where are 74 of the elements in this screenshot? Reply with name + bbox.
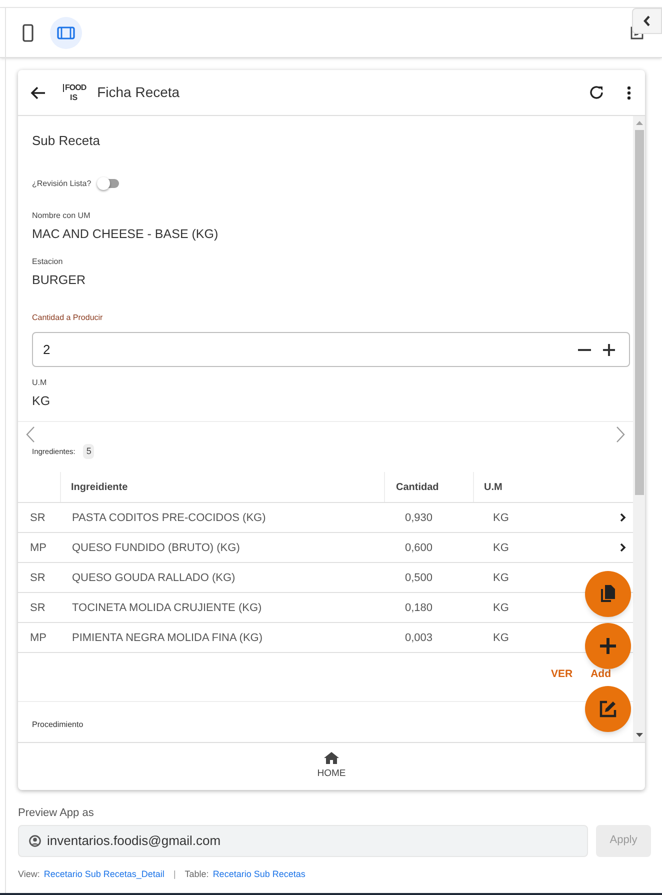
tablet-icon <box>57 26 75 40</box>
chevron-right-icon[interactable] <box>620 513 626 522</box>
column-header: Ingreidiente <box>70 480 129 495</box>
chevron-right-icon[interactable] <box>620 543 626 552</box>
field-label: Procedimiento <box>31 719 84 731</box>
plus-icon[interactable] <box>603 344 615 356</box>
chevron-left-icon <box>643 15 651 27</box>
edit-icon <box>599 700 617 718</box>
scrollbar[interactable] <box>633 116 645 742</box>
table-cell-text: KG <box>492 600 510 616</box>
field-value: KG <box>32 393 52 410</box>
field-value: MAC AND CHEESE - BASE (KG) <box>32 226 220 243</box>
refresh-icon[interactable] <box>588 84 605 101</box>
minus-icon[interactable] <box>578 348 591 350</box>
table-cell-text: KG <box>492 510 510 526</box>
field-label: Cantidad a Producir <box>32 312 104 324</box>
table-cell-text: KG <box>492 630 510 646</box>
table-cell-text: SR <box>29 570 46 586</box>
app-logo: FOOD IS <box>63 84 86 102</box>
phone-icon <box>22 24 34 42</box>
field-value: BURGER <box>32 272 86 290</box>
chevron-left-icon[interactable] <box>26 426 35 443</box>
home-icon <box>324 752 339 764</box>
preview-label: Preview App as <box>18 806 95 821</box>
plus-icon <box>600 638 616 654</box>
action-link[interactable]: VER <box>550 667 573 683</box>
apply-button[interactable]: Apply <box>596 824 651 856</box>
view-mode-button[interactable] <box>50 16 82 48</box>
edit-button[interactable] <box>585 686 631 732</box>
table-cell-text: QUESO GOUDA RALLADO (KG) <box>72 570 236 586</box>
table-cell-text: SR <box>29 510 46 526</box>
account-circle-icon <box>29 834 41 846</box>
count-badge: 5 <box>83 444 94 460</box>
column-header: Cantidad <box>384 472 473 502</box>
table-cell-text: KG <box>492 540 510 556</box>
field-label: Nombre con UM <box>32 210 92 222</box>
field-label: U.M <box>32 377 48 389</box>
back-arrow-icon[interactable] <box>30 86 46 100</box>
table-cell-text: 0,180 <box>404 600 434 616</box>
table-link[interactable]: Recetario Sub Recetas <box>212 868 306 881</box>
table-cell-text: MP <box>29 540 48 556</box>
table-cell-text: 0,600 <box>404 540 434 556</box>
table-cell-text: KG <box>492 570 510 586</box>
table-cell-text: 0,500 <box>404 570 434 586</box>
table-cell-text: TOCINETA MOLIDA CRUJIENTE (KG) <box>72 600 263 616</box>
section-title: Sub Receta <box>31 132 101 150</box>
table-cell-text: 0,930 <box>404 510 434 526</box>
table-cell-text: PIMIENTA NEGRA MOLIDA FINA (KG) <box>72 630 264 646</box>
table-cell-text: MP <box>29 630 48 646</box>
review-toggle[interactable] <box>97 176 120 190</box>
table-cell-text: PASTA CODITOS PRE-COCIDOS (KG) <box>72 510 267 526</box>
quantity-field[interactable]: 2 <box>32 332 630 367</box>
footer-label: Table: <box>184 868 209 880</box>
edit-icon[interactable] <box>630 26 644 40</box>
table-cell-text: 0,003 <box>404 630 434 646</box>
action-link[interactable]: Add <box>590 667 611 683</box>
collapse-button[interactable] <box>632 8 662 34</box>
field-label: Estacion <box>32 256 64 268</box>
table-cell-text: QUESO FUNDIDO (BRUTO) (KG) <box>72 540 241 556</box>
separator: | <box>173 868 176 881</box>
column-header: U.M <box>473 472 573 502</box>
copy-button[interactable] <box>585 571 631 617</box>
scroll-down-icon[interactable] <box>636 733 642 737</box>
view-link[interactable]: Recetario Sub Recetas_Detail <box>44 868 164 881</box>
add-button[interactable] <box>585 623 631 669</box>
toggle-label: ¿Revisión Lista? <box>32 178 92 190</box>
copy-icon <box>600 585 616 603</box>
nav-home-button[interactable]: HOME <box>317 752 346 782</box>
more-vertical-icon[interactable] <box>627 86 631 100</box>
app-title: Ficha Receta <box>97 83 180 102</box>
email-field[interactable]: inventarios.foodis@gmail.com <box>18 824 588 856</box>
scroll-thumb[interactable] <box>634 130 644 495</box>
footer-label: View: <box>18 868 40 880</box>
table-cell-text: SR <box>29 600 46 616</box>
